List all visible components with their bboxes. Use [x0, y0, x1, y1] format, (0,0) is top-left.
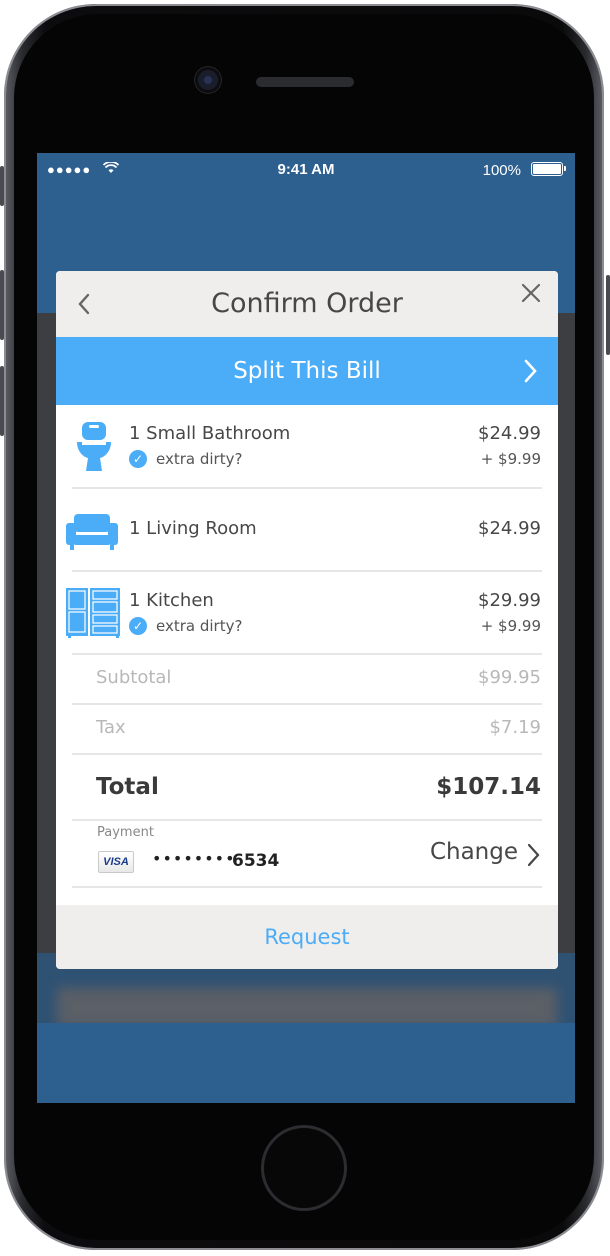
request-button[interactable]: Request	[56, 905, 558, 969]
card-number-masked: ••••••••	[152, 849, 236, 868]
split-bill-button[interactable]: Split This Bill	[56, 337, 558, 405]
tax-row: Tax $7.19	[96, 717, 541, 741]
confirm-order-dialog: Confirm Order Split This Bill 1 Small Ba…	[56, 271, 558, 969]
battery-icon	[531, 162, 566, 176]
tax-label: Tax	[96, 717, 126, 738]
divider	[72, 703, 542, 705]
dialog-title: Confirm Order	[211, 288, 403, 319]
item-price: $24.99	[478, 518, 541, 539]
item-name: 1 Living Room	[129, 518, 257, 539]
toilet-icon	[76, 421, 112, 473]
item-name: 1 Kitchen	[129, 590, 214, 611]
extra-label: extra dirty?	[156, 450, 243, 468]
divider	[72, 753, 542, 755]
check-icon: ✓	[129, 617, 147, 635]
extra-price: + $9.99	[480, 450, 541, 468]
card-last-four: 6534	[232, 851, 280, 871]
dialog-footer: Request	[56, 905, 558, 969]
close-icon[interactable]	[516, 281, 546, 311]
tax-value: $7.19	[489, 717, 541, 738]
volume-down-button	[0, 366, 4, 436]
total-value: $107.14	[436, 774, 541, 800]
subtotal-value: $99.95	[478, 667, 541, 688]
extra-dirty-option[interactable]: ✓ extra dirty?	[129, 450, 242, 468]
sofa-icon	[66, 511, 118, 551]
kitchen-icon	[66, 588, 122, 638]
divider	[72, 819, 542, 821]
screen: ●●●●● 9:41 AM 100% Confirm Order Split T…	[37, 153, 575, 1103]
total-row: Total $107.14	[96, 774, 541, 804]
front-camera	[198, 70, 218, 90]
battery-percent: 100%	[482, 162, 521, 179]
chevron-right-icon	[518, 357, 542, 385]
divider	[72, 886, 542, 888]
mute-switch	[0, 166, 4, 206]
chevron-right-icon[interactable]	[526, 841, 542, 869]
subtotal-row: Subtotal $99.95	[96, 667, 541, 691]
check-icon: ✓	[129, 450, 147, 468]
extra-dirty-option[interactable]: ✓ extra dirty?	[129, 617, 242, 635]
payment-label: Payment	[97, 825, 154, 840]
earpiece-speaker	[256, 77, 354, 87]
order-item-bathroom: 1 Small Bathroom $24.99 ✓ extra dirty? +…	[56, 405, 558, 487]
item-name: 1 Small Bathroom	[129, 423, 291, 444]
power-button	[606, 275, 610, 355]
extra-price: + $9.99	[480, 617, 541, 635]
change-payment-link[interactable]: Change	[430, 839, 518, 865]
extra-label: extra dirty?	[156, 617, 243, 635]
status-bar: ●●●●● 9:41 AM 100%	[37, 153, 575, 187]
visa-card-icon: VISA	[98, 851, 134, 873]
divider	[72, 653, 542, 655]
total-label: Total	[96, 774, 159, 800]
order-item-living-room: 1 Living Room $24.99	[56, 489, 558, 571]
item-price: $24.99	[478, 423, 541, 444]
subtotal-label: Subtotal	[96, 667, 172, 688]
volume-up-button	[0, 270, 4, 340]
item-price: $29.99	[478, 590, 541, 611]
dialog-header: Confirm Order	[56, 271, 558, 337]
order-item-kitchen: 1 Kitchen $29.99 ✓ extra dirty? + $9.99	[56, 572, 558, 654]
home-button[interactable]	[261, 1125, 347, 1211]
split-bill-label: Split This Bill	[233, 358, 381, 384]
